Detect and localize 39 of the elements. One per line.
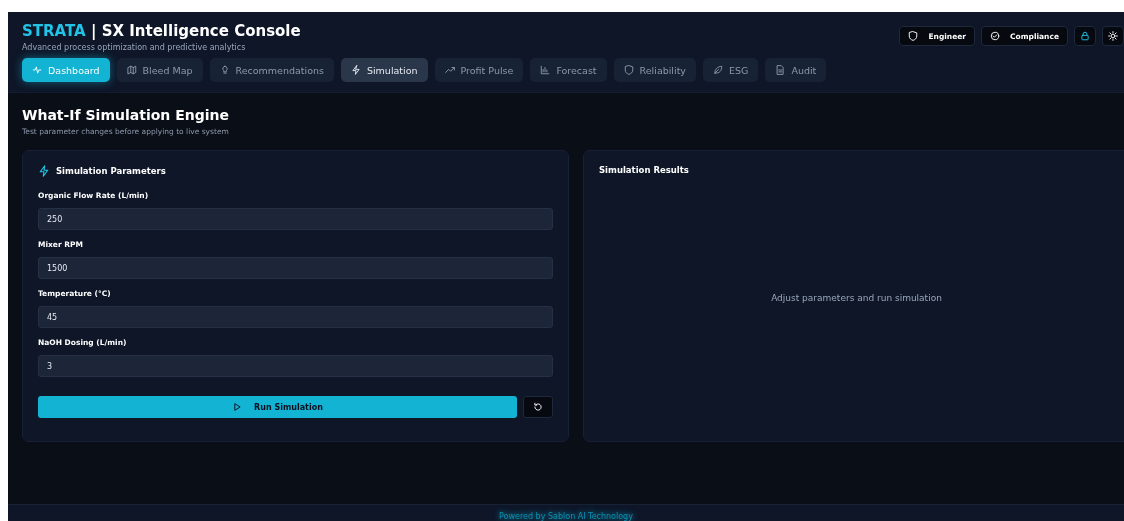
shield-icon [623,65,634,75]
input-field[interactable]: 250 [38,208,553,230]
nav-tab[interactable]: Audit [765,58,827,82]
page-title: What-If Simulation Engine [22,107,230,123]
run-simulation-button[interactable]: Run Simulation [38,396,517,418]
app-title: STRATA | SX Intelligence Console [22,22,301,40]
shield-icon [908,31,919,41]
nav-tab[interactable]: Simulation [340,58,428,82]
input-field[interactable]: 3 [38,355,553,377]
card-title: Simulation Results [599,165,689,175]
empty-message: Adjust parameters and run simulation [771,293,942,303]
nav-tab[interactable]: Recommendations [209,58,334,82]
input-field[interactable]: 45 [38,306,553,328]
lightbulb-icon [219,65,230,75]
bar-chart-icon [540,65,551,75]
theme-button[interactable] [1102,26,1124,46]
nav-tab[interactable]: Reliability [613,58,696,82]
leaf-icon [713,65,723,75]
lock-icon [1080,31,1090,41]
reset-icon [533,402,543,412]
trend-icon [444,65,455,75]
lock-button[interactable] [1074,26,1096,46]
pulse-icon [32,65,42,75]
nav-tab[interactable]: Bleed Map [116,58,203,82]
map-icon [126,65,137,75]
document-icon [775,65,786,75]
lightning-icon [38,165,50,177]
card-title: Simulation Parameters [56,166,166,176]
input-field[interactable]: 1500 [38,257,553,279]
nav-tab[interactable]: Profit Pulse [434,58,524,82]
check-circle-icon [990,31,1001,41]
lightning-icon [350,65,361,75]
footer-text: Powered by Sablon AI Technology [499,512,633,521]
nav-tab[interactable]: Forecast [530,58,607,82]
nav-tab[interactable]: ESG [703,58,759,82]
reset-button[interactable] [523,396,553,418]
sun-icon [1108,31,1118,41]
play-icon [232,402,243,412]
app-subtitle: Advanced process optimization and predictive analytics [22,43,247,52]
